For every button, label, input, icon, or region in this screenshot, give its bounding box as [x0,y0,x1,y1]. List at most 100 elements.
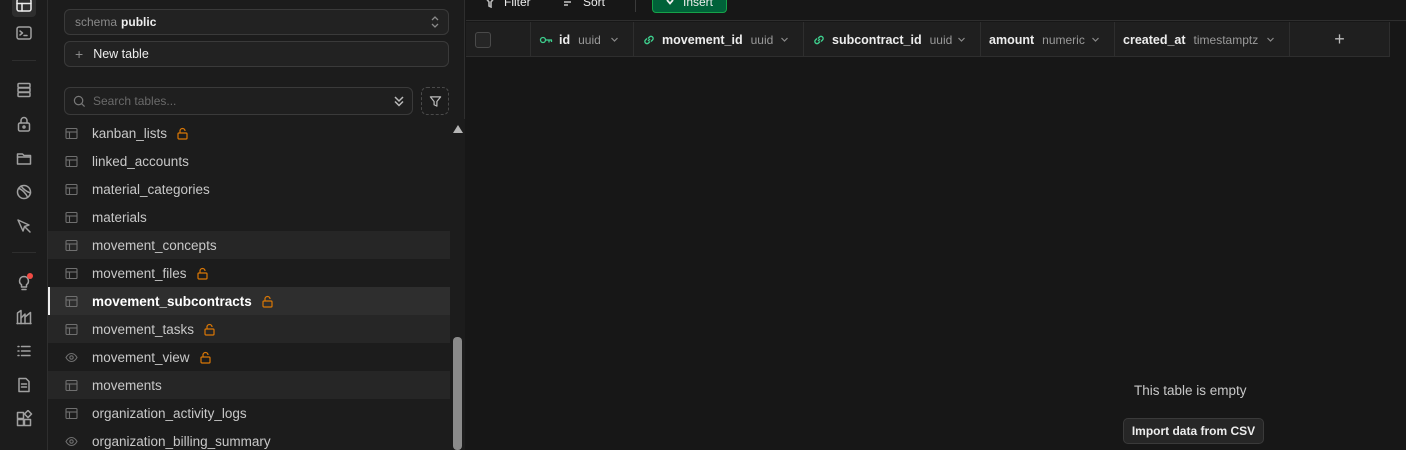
logs-icon[interactable] [12,339,36,363]
toolbar-divider [635,0,636,12]
integrations-icon[interactable] [12,407,36,431]
unlock-icon[interactable] [261,295,274,308]
unlock-icon[interactable] [196,267,209,280]
table-icon [65,379,78,391]
column-name: created_at [1123,32,1186,47]
chevron-down-icon[interactable] [1091,35,1100,44]
column-header-created-at[interactable]: created_at timestamptz [1115,22,1290,57]
search-icon [73,95,86,107]
column-type: uuid [578,32,601,47]
import-csv-button[interactable]: Import data from CSV [1123,418,1264,444]
sidebar-table-item[interactable]: material_categories [48,175,450,203]
link-icon [814,35,824,44]
sidebar-table-item[interactable]: organization_billing_summary [48,427,450,450]
table-name: organization_activity_logs [92,405,247,421]
select-all-cell [466,22,531,57]
storage-icon[interactable] [12,146,36,170]
table-icon [65,155,78,167]
table-name: movement_tasks [92,321,195,337]
sidebar-table-item[interactable]: kanban_lists [48,119,450,147]
advisors-icon[interactable] [12,271,36,295]
sql-editor-icon[interactable] [12,21,36,45]
unlock-icon[interactable] [199,351,212,364]
table-icon [65,407,78,419]
column-type: uuid [750,32,774,47]
column-header-amount[interactable]: amount numeric [981,22,1115,57]
chevron-down-icon [666,0,674,5]
column-header-movement-id[interactable]: movement_id uuid [634,22,804,57]
auth-icon[interactable] [12,112,36,136]
column-type: uuid [929,32,953,47]
table-name: linked_accounts [92,153,189,169]
new-table-button[interactable]: + New table [64,41,449,67]
chevron-down-icon[interactable] [957,35,966,44]
eye-icon [65,436,78,446]
chevrons-down-icon[interactable] [392,94,406,108]
link-icon [644,35,654,44]
unlock-icon[interactable] [176,127,189,140]
table-icon [65,323,78,335]
table-name: movement_subcontracts [92,293,252,309]
sidebar-table-item[interactable]: movement_concepts [48,231,450,259]
sidebar-table-item[interactable]: materials [48,203,450,231]
filter-label: Filter [504,0,531,9]
select-all-checkbox[interactable] [475,31,491,48]
sidebar-table-item[interactable]: movements [48,371,450,399]
plus-icon: + [75,46,84,62]
empty-state-title: This table is empty [1134,383,1247,398]
table-name: material_categories [92,181,210,197]
sort-button[interactable]: Sort [563,0,605,9]
notification-dot [27,273,33,279]
table-list: kanban_lists linked_accounts material_cate… [48,119,450,450]
edge-functions-icon[interactable] [12,214,36,238]
sort-label: Sort [583,0,606,9]
chevron-up-down-icon [431,16,439,28]
chevron-down-icon[interactable] [780,35,789,44]
add-column-button[interactable]: + [1290,22,1390,57]
schema-label: schema [75,15,118,29]
sidebar-scrollbar[interactable] [450,119,465,450]
sidebar-table-item[interactable]: movement_files [48,259,450,287]
sidebar-table-item[interactable]: movement_tasks [48,315,450,343]
search-input[interactable] [93,94,383,108]
scrollbar-thumb[interactable] [453,337,462,450]
schema-value: public [121,15,157,29]
sidebar-table-item[interactable]: organization_activity_logs [48,399,450,427]
table-editor-icon[interactable] [12,0,36,17]
table-icon [65,183,78,195]
column-header-subcontract-id[interactable]: subcontract_id uuid [804,22,981,57]
table-icon [65,267,78,279]
column-name: movement_id [662,32,743,47]
table-name: movement_view [92,349,190,365]
table-name: movements [92,377,162,393]
rail-divider [12,252,36,253]
new-table-label: New table [93,47,149,61]
insert-label: Insert [683,0,714,9]
sidebar-table-item[interactable]: movement_subcontracts [48,287,450,315]
scroll-up-arrow[interactable] [453,125,463,133]
schema-select[interactable]: schema public [64,9,449,35]
filter-icon [486,0,494,8]
table-grid-area: Filter Sort Insert id uuid movement_id u… [466,0,1406,450]
column-name: amount [989,32,1035,47]
filter-button[interactable]: Filter [484,0,531,9]
reports-icon[interactable] [12,305,36,329]
realtime-icon[interactable] [12,180,36,204]
chevron-down-icon[interactable] [1266,35,1275,44]
column-name: subcontract_id [832,32,922,47]
unlock-icon[interactable] [203,323,216,336]
table-sidebar: schema public + New table kanban_listsli… [48,0,465,450]
chevron-down-icon[interactable] [610,35,619,44]
insert-button[interactable]: Insert [652,0,727,13]
sidebar-table-item[interactable]: linked_accounts [48,147,450,175]
eye-icon [65,352,78,362]
filter-tables-button[interactable] [421,87,449,115]
table-name: materials [92,209,147,225]
table-name: movement_files [92,265,187,281]
api-docs-icon[interactable] [12,373,36,397]
column-header-id[interactable]: id uuid [531,22,634,57]
sidebar-table-item[interactable]: movement_view [48,343,450,371]
grid-toolbar: Filter Sort Insert [466,0,1406,21]
search-tables[interactable] [64,87,413,115]
database-icon[interactable] [12,78,36,102]
